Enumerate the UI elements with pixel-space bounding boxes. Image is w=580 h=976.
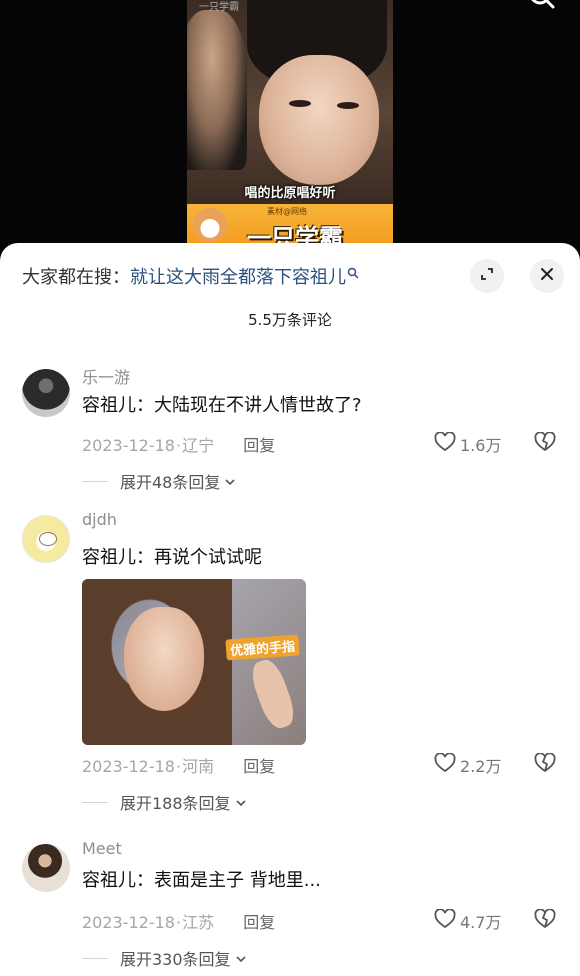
avatar[interactable] [22, 369, 70, 417]
comment-image[interactable]: 优雅的手指 [82, 579, 306, 745]
video-person-eye [289, 100, 311, 107]
comment-count: 5.5万条评论 [248, 311, 332, 329]
video-watermark: 一只学霸 [199, 2, 239, 13]
like-count: 1.6万 [460, 436, 502, 455]
like-count: 2.2万 [460, 757, 502, 776]
heart-icon [434, 908, 460, 933]
expand-icon [479, 266, 495, 286]
avatar[interactable] [22, 844, 70, 892]
expand-replies-button[interactable]: 展开48条回复 [82, 469, 236, 493]
heart-icon [434, 752, 460, 777]
comment-date: 2023-12-18 [82, 757, 175, 776]
dislike-button[interactable] [534, 752, 556, 777]
video-subtitle: 唱的比原唱好听 [244, 186, 336, 201]
video-person-face [259, 55, 379, 185]
comment-meta: 2023-12-18·河南 回复 [82, 757, 276, 776]
chevron-down-icon [231, 793, 247, 812]
comment-text[interactable]: 容祖儿：表面是主子 背地里... [82, 866, 321, 892]
search-icon [347, 263, 359, 284]
comment-date: 2023-12-18 [82, 913, 175, 932]
video-person-eye [337, 102, 359, 109]
broken-heart-icon [534, 431, 556, 456]
reply-button[interactable]: 回复 [243, 913, 275, 932]
trending-search-bar[interactable]: 大家都在搜：就让这大雨全都落下容祖儿 [22, 263, 359, 289]
video-background-person [187, 10, 247, 170]
trending-search-label: 大家都在搜： [22, 267, 130, 288]
comment-meta: 2023-12-18·辽宁 回复 [82, 436, 276, 455]
meme-hand [246, 655, 300, 733]
comment-username[interactable]: djdh [82, 510, 117, 529]
comment-text[interactable]: 容祖儿：再说个试试呢 [82, 543, 262, 569]
dislike-button[interactable] [534, 908, 556, 933]
meme-caption: 优雅的手指 [225, 634, 300, 661]
chevron-down-icon [220, 472, 236, 491]
comment-username[interactable]: Meet [82, 839, 122, 858]
avatar[interactable] [22, 515, 70, 563]
dog-mascot-icon [193, 208, 227, 242]
divider [82, 801, 108, 803]
like-button[interactable]: 1.6万 [434, 431, 502, 456]
meme-face [124, 607, 204, 711]
comment-meta: 2023-12-18·江苏 回复 [82, 913, 276, 932]
close-icon [539, 266, 555, 286]
broken-heart-icon [534, 908, 556, 933]
comment-location: 河南 [182, 757, 215, 776]
heart-icon [434, 431, 460, 456]
broken-heart-icon [534, 752, 556, 777]
comment-location: 江苏 [182, 913, 215, 932]
comment-location: 辽宁 [182, 436, 215, 455]
reply-button[interactable]: 回复 [243, 757, 275, 776]
expand-replies-label: 展开330条回复 [120, 950, 231, 969]
like-count: 4.7万 [460, 913, 502, 932]
comment-date: 2023-12-18 [82, 436, 175, 455]
banner-source-text: 素材@网络 [267, 207, 307, 216]
trending-search-query[interactable]: 就让这大雨全都落下容祖儿 [130, 267, 346, 288]
reply-button[interactable]: 回复 [243, 436, 275, 455]
expand-replies-button[interactable]: 展开188条回复 [82, 790, 247, 814]
search-icon[interactable] [528, 0, 558, 14]
video-player[interactable]: 一只学霸 唱的比原唱好听 素材@网络 一只学霸 [187, 0, 393, 250]
like-button[interactable]: 4.7万 [434, 908, 502, 933]
divider [82, 480, 108, 482]
comments-sheet: 大家都在搜：就让这大雨全都落下容祖儿 5.5万条评论 乐一游 容祖儿：大陆现在不… [0, 243, 580, 976]
chevron-down-icon [231, 949, 247, 968]
divider [82, 957, 108, 959]
close-button[interactable] [530, 259, 564, 293]
like-button[interactable]: 2.2万 [434, 752, 502, 777]
expand-replies-label: 展开188条回复 [120, 794, 231, 813]
dislike-button[interactable] [534, 431, 556, 456]
expand-replies-button[interactable]: 展开330条回复 [82, 946, 247, 970]
expand-replies-label: 展开48条回复 [120, 473, 221, 492]
avatar-mascot [39, 532, 57, 546]
expand-button[interactable] [470, 259, 504, 293]
comment-username[interactable]: 乐一游 [82, 364, 130, 388]
comment-text[interactable]: 容祖儿：大陆现在不讲人情世故了? [82, 391, 362, 417]
